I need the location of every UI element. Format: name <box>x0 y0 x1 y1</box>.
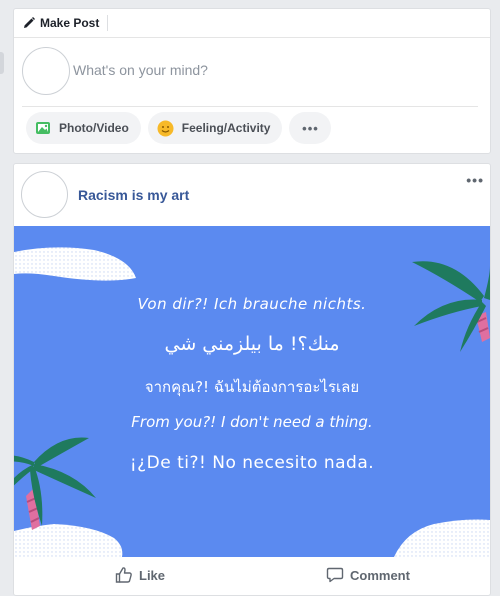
pencil-icon <box>24 17 35 28</box>
more-options-button[interactable]: ••• <box>289 112 332 144</box>
comment-button[interactable]: Comment <box>326 566 410 584</box>
photo-video-button[interactable]: Photo/Video <box>26 112 141 144</box>
status-input[interactable]: What's on your mind? <box>73 62 208 78</box>
text-english: From you?! I don't need a thing. <box>131 413 373 431</box>
post-options-button[interactable]: ••• <box>466 172 484 188</box>
post-image[interactable]: Von dir?! Ich brauche nichts. منك؟! ما ب… <box>14 226 490 557</box>
composer-actions: Photo/Video Feeling/Activity ••• <box>14 112 490 144</box>
more-icon: ••• <box>302 120 319 136</box>
like-label: Like <box>139 567 166 583</box>
feeling-activity-label: Feeling/Activity <box>181 121 271 135</box>
divider <box>22 106 478 107</box>
composer-body[interactable]: What's on your mind? <box>14 38 490 110</box>
photo-icon <box>35 120 51 136</box>
text-german: Von dir?! Ich brauche nichts. <box>137 295 367 313</box>
make-post-tab[interactable]: Make Post <box>23 15 109 31</box>
feed-post: Racism is my art ••• Von dir?! Ich brauc… <box>13 163 491 596</box>
comment-label: Comment <box>350 567 410 583</box>
post-author-name[interactable]: Racism is my art <box>78 187 189 203</box>
smiley-icon <box>157 120 174 137</box>
like-button[interactable]: Like <box>115 566 165 584</box>
multilingual-text: Von dir?! Ich brauche nichts. منك؟! ما ب… <box>14 226 490 557</box>
post-header: Racism is my art ••• <box>14 164 490 226</box>
author-avatar[interactable] <box>21 171 68 218</box>
text-arabic: منك؟! ما بيلزمني شي <box>164 333 340 355</box>
make-post-label: Make Post <box>40 16 100 30</box>
feeling-activity-button[interactable]: Feeling/Activity <box>147 112 283 144</box>
composer-header: Make Post <box>14 9 490 38</box>
avatar[interactable] <box>22 47 70 95</box>
post-actions: Like Comment <box>14 557 490 595</box>
text-spanish: ¡¿De ti?! No necesito nada. <box>129 453 375 473</box>
sidebar-edge <box>0 52 4 74</box>
thumbs-up-icon <box>115 567 132 583</box>
post-composer: Make Post What's on your mind? Photo/Vid… <box>13 8 491 154</box>
text-thai: จากคุณ?! ฉันไม่ต้องการอะไรเลย <box>144 378 360 396</box>
comment-icon <box>326 567 344 583</box>
photo-video-label: Photo/Video <box>59 121 129 135</box>
